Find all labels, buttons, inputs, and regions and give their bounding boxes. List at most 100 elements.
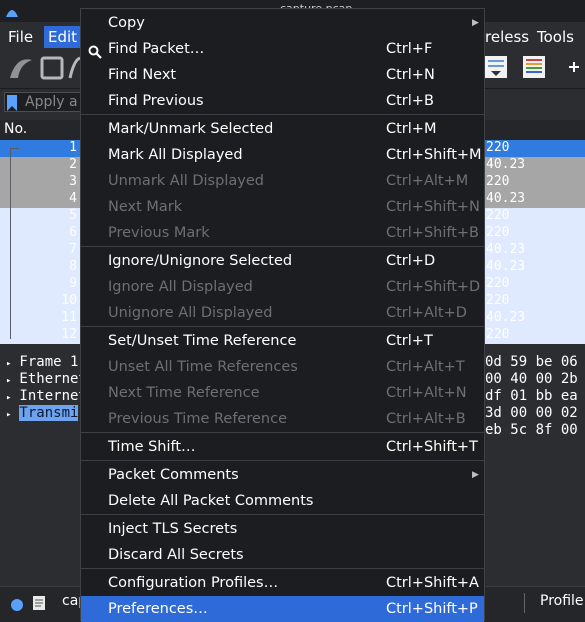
menu-separator-secrets	[81, 568, 484, 569]
menu-item-shortcut: Ctrl+Alt+T	[386, 359, 465, 375]
menu-tools[interactable]: Tools	[533, 26, 578, 48]
menu-item-mark-all-displayed[interactable]: Mark All Displayed Ctrl+Shift+M	[81, 142, 484, 168]
colorize-icon[interactable]	[484, 55, 508, 83]
detail-tree-label: Internet	[19, 388, 87, 404]
menu-item-discard-all-secrets[interactable]: Discard All Secrets	[81, 542, 484, 568]
menu-item-preferences[interactable]: Preferences… Ctrl+Shift+P	[81, 596, 484, 622]
packet-number: 7	[69, 242, 77, 257]
menu-item-time-shift[interactable]: Time Shift… Ctrl+Shift+T	[81, 434, 484, 460]
packet-destination: 220	[486, 174, 510, 189]
conversation-bracket	[10, 148, 19, 339]
menu-item-ignore-all-displayed[interactable]: Ignore All Displayed Ctrl+Shift+D	[81, 274, 484, 300]
packet-bytes-pane: 0d 59 be 06 00 40 00 2b df 01 bb ea 3d 00 0…	[485, 350, 585, 580]
add-expression-icon[interactable]	[566, 58, 582, 80]
packet-number: 9	[69, 276, 77, 291]
menu-item-label: Next Mark	[108, 199, 183, 215]
packet-destination: 40.23	[486, 157, 526, 172]
start-capture-icon[interactable]	[6, 54, 34, 86]
expand-arrow-icon[interactable]: ▸	[6, 410, 11, 420]
detail-tree-label: Frame 1	[19, 354, 79, 370]
packet-number: 4	[69, 191, 77, 206]
menu-item-shortcut: Ctrl+M	[386, 121, 437, 137]
hex-bytes-line: 0d 59 be 06	[485, 354, 578, 370]
menu-item-label: Preferences…	[108, 601, 208, 617]
menu-separator-shift	[81, 460, 484, 461]
packet-number: 2	[69, 157, 77, 172]
submenu-arrow-icon: ▶	[472, 18, 479, 28]
column-no[interactable]: No.	[4, 121, 27, 137]
menu-item-find-packet[interactable]: Find Packet… Ctrl+F	[81, 36, 484, 62]
menu-item-label: Find Next	[108, 67, 177, 83]
menu-item-label: Inject TLS Secrets	[108, 521, 238, 537]
packet-destination: 40.23	[486, 310, 526, 325]
coloring-rules-icon[interactable]	[522, 55, 546, 83]
detail-tree-item[interactable]: ▸ Transmi	[6, 405, 79, 422]
menu-item-shortcut: Ctrl+Alt+M	[386, 173, 469, 189]
expand-arrow-icon[interactable]: ▸	[6, 359, 11, 369]
menu-item-previous-mark[interactable]: Previous Mark Ctrl+Shift+B	[81, 220, 484, 246]
menu-item-previous-time-reference[interactable]: Previous Time Reference Ctrl+Alt+B	[81, 406, 484, 432]
menu-item-next-time-reference[interactable]: Next Time Reference Ctrl+Alt+N	[81, 380, 484, 406]
expert-info-icon[interactable]	[10, 597, 24, 616]
menu-item-label: Delete All Packet Comments	[108, 493, 314, 509]
menu-item-label: Previous Mark	[108, 225, 210, 241]
menu-item-label: Ignore/Unignore Selected	[108, 253, 293, 269]
menu-item-label: Set/Unset Time Reference	[108, 333, 297, 349]
menu-item-shortcut: Ctrl+Alt+B	[386, 411, 466, 427]
hex-bytes-line: df 01 bb ea	[485, 388, 578, 404]
menu-item-unmark-all-displayed[interactable]: Unmark All Displayed Ctrl+Alt+M	[81, 168, 484, 194]
menu-item-shortcut: Ctrl+Alt+N	[386, 385, 467, 401]
menu-separator-comments	[81, 514, 484, 515]
menu-item-copy[interactable]: Copy ▶	[81, 10, 484, 36]
menu-item-configuration-profiles[interactable]: Configuration Profiles… Ctrl+Shift+A	[81, 570, 484, 596]
packet-number: 3	[69, 174, 77, 189]
menu-item-delete-all-packet-comments[interactable]: Delete All Packet Comments	[81, 488, 484, 514]
menu-item-label: Time Shift…	[108, 439, 196, 455]
menu-wireless[interactable]: reless	[481, 26, 533, 48]
menu-item-unset-all-time-references[interactable]: Unset All Time References Ctrl+Alt+T	[81, 354, 484, 380]
menu-item-shortcut: Ctrl+Shift+B	[386, 225, 480, 241]
menu-item-label: Previous Time Reference	[108, 411, 287, 427]
menu-item-label: Find Packet…	[108, 41, 205, 57]
menu-item-shortcut: Ctrl+B	[386, 93, 434, 109]
packet-number: 12	[61, 327, 77, 342]
detail-tree-item[interactable]: ▸ Frame 1	[6, 354, 78, 371]
edit-menu-dropdown: Copy ▶ Find Packet… Ctrl+F Find Next Ctrl+N Fi…	[80, 8, 485, 622]
restart-capture-icon[interactable]	[68, 56, 81, 84]
detail-tree-label: Transmi	[19, 405, 79, 421]
menu-item-label: Configuration Profiles…	[108, 575, 279, 591]
hex-bytes-line: 00 40 00 2b	[485, 371, 578, 387]
packet-destination: 220	[486, 225, 510, 240]
menu-item-label: Mark All Displayed	[108, 147, 243, 163]
menu-item-unignore-all-displayed[interactable]: Unignore All Displayed Ctrl+Alt+D	[81, 300, 484, 326]
packet-number: 6	[69, 225, 77, 240]
detail-tree-label: Ethernet	[19, 371, 87, 387]
menu-separator-time	[81, 432, 484, 433]
packet-destination: 220	[486, 208, 510, 223]
menu-item-set-unset-time-reference[interactable]: Set/Unset Time Reference Ctrl+T	[81, 328, 484, 354]
menu-item-mark-unmark-selected[interactable]: Mark/Unmark Selected Ctrl+M	[81, 116, 484, 142]
packet-number: 10	[61, 293, 77, 308]
stop-capture-icon[interactable]	[40, 56, 64, 84]
expand-arrow-icon[interactable]: ▸	[6, 393, 11, 403]
submenu-arrow-icon: ▶	[472, 470, 479, 480]
menu-item-shortcut: Ctrl+Shift+M	[386, 147, 482, 163]
status-divider	[524, 593, 525, 613]
menu-item-ignore-unignore-selected[interactable]: Ignore/Unignore Selected Ctrl+D	[81, 248, 484, 274]
packet-destination: 40.23	[486, 191, 526, 206]
profile-label[interactable]: Profile	[540, 593, 584, 609]
expand-arrow-icon[interactable]: ▸	[6, 376, 11, 386]
menu-item-find-previous[interactable]: Find Previous Ctrl+B	[81, 88, 484, 114]
menu-item-find-next[interactable]: Find Next Ctrl+N	[81, 62, 484, 88]
menu-item-inject-tls-secrets[interactable]: Inject TLS Secrets	[81, 516, 484, 542]
menu-item-packet-comments[interactable]: Packet Comments ▶	[81, 462, 484, 488]
menu-file[interactable]: File	[4, 26, 37, 48]
menu-item-next-mark[interactable]: Next Mark Ctrl+Shift+N	[81, 194, 484, 220]
packet-destination: 40.23	[486, 259, 526, 274]
menu-item-label: Next Time Reference	[108, 385, 260, 401]
detail-tree-item[interactable]: ▸ Ethernet	[6, 371, 87, 388]
capture-comment-icon[interactable]	[32, 595, 46, 615]
detail-tree-item[interactable]: ▸ Internet	[6, 388, 87, 405]
bookmark-icon[interactable]	[6, 94, 18, 116]
menu-edit[interactable]: Edit	[44, 26, 82, 48]
